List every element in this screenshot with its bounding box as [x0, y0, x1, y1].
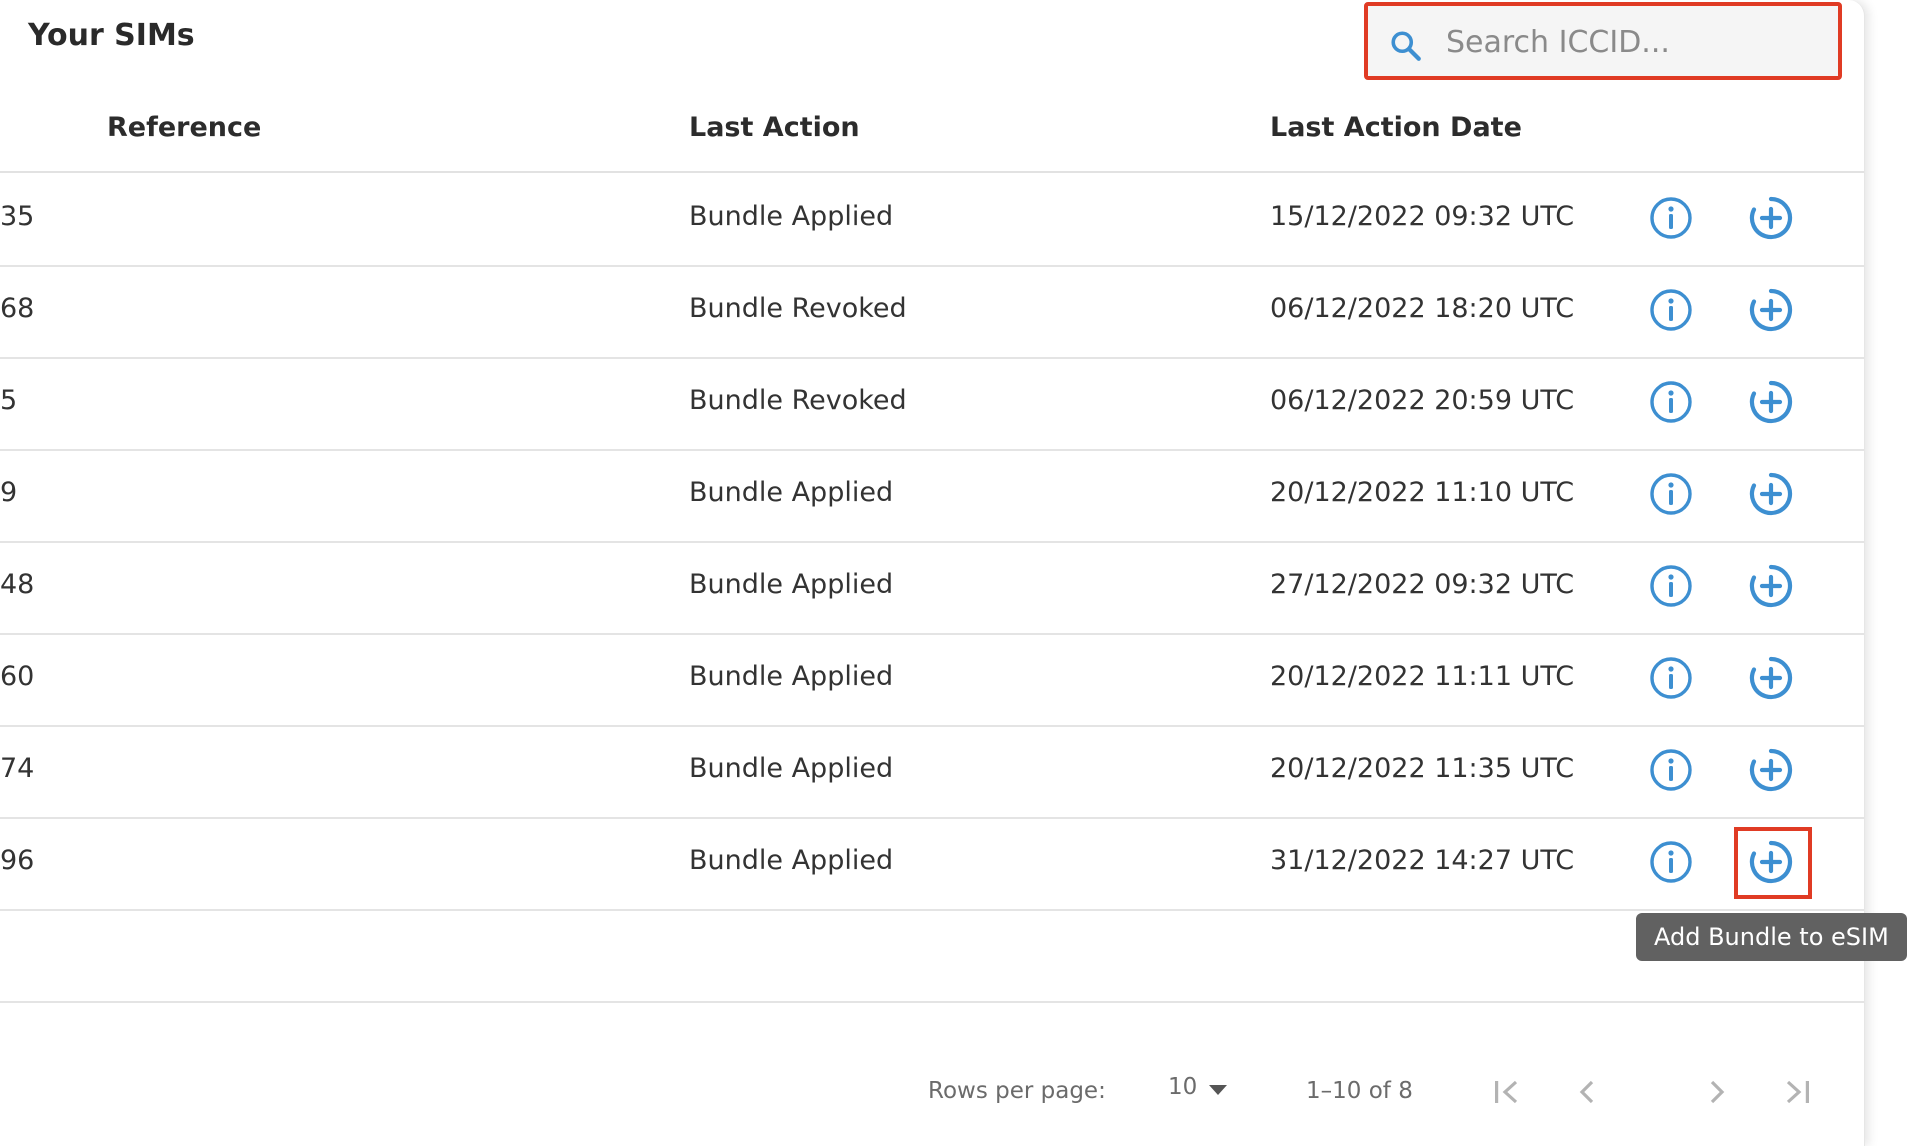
chevron-left-icon[interactable] [1570, 1074, 1606, 1110]
page-range-text: 1–10 of 8 [1306, 1078, 1413, 1104]
info-icon[interactable] [1648, 195, 1694, 241]
add-circle-icon[interactable] [1748, 379, 1794, 425]
table-row[interactable]: 9 Bundle Applied 20/12/2022 11:10 UTC [0, 449, 1864, 543]
reference-cell: 5 [0, 385, 18, 416]
last-action-date-cell: 31/12/2022 14:27 UTC [1270, 845, 1575, 876]
info-icon[interactable] [1648, 379, 1694, 425]
last-action-cell: Bundle Applied [689, 845, 894, 876]
table-footer-divider [0, 1001, 1864, 1003]
reference-cell: 96 [0, 845, 35, 876]
info-icon[interactable] [1648, 839, 1694, 885]
last-action-cell: Bundle Revoked [689, 385, 907, 416]
reference-cell: 35 [0, 201, 35, 232]
column-header-last-action[interactable]: Last Action [689, 112, 860, 143]
last-page-icon[interactable] [1778, 1074, 1814, 1110]
page-title: Your SIMs [28, 18, 195, 53]
reference-cell: 74 [0, 753, 35, 784]
last-action-cell: Bundle Applied [689, 477, 894, 508]
caret-down-icon [1209, 1085, 1227, 1095]
first-page-icon[interactable] [1490, 1074, 1526, 1110]
add-bundle-highlight [1734, 827, 1812, 899]
last-action-date-cell: 15/12/2022 09:32 UTC [1270, 201, 1575, 232]
table-row[interactable]: 68 Bundle Revoked 06/12/2022 18:20 UTC [0, 265, 1864, 359]
info-icon[interactable] [1648, 287, 1694, 333]
last-action-cell: Bundle Applied [689, 201, 894, 232]
sims-panel: Your SIMs Reference Last Action Last Act… [0, 0, 1865, 1146]
rows-per-page-label: Rows per page: [928, 1078, 1106, 1104]
info-icon[interactable] [1648, 655, 1694, 701]
reference-cell: 9 [0, 477, 18, 508]
table-row[interactable]: 60 Bundle Applied 20/12/2022 11:11 UTC [0, 633, 1864, 727]
add-circle-icon[interactable] [1748, 195, 1794, 241]
last-action-date-cell: 20/12/2022 11:35 UTC [1270, 753, 1575, 784]
add-circle-icon[interactable] [1748, 747, 1794, 793]
last-action-date-cell: 20/12/2022 11:11 UTC [1270, 661, 1575, 692]
rows-per-page-value: 10 [1168, 1074, 1198, 1100]
info-icon[interactable] [1648, 471, 1694, 517]
info-icon[interactable] [1648, 563, 1694, 609]
column-header-last-action-date[interactable]: Last Action Date [1270, 112, 1522, 143]
column-header-reference[interactable]: Reference [107, 112, 261, 143]
table-row[interactable]: 74 Bundle Applied 20/12/2022 11:35 UTC [0, 725, 1864, 819]
last-action-date-cell: 20/12/2022 11:10 UTC [1270, 477, 1575, 508]
search-input[interactable] [1444, 16, 1828, 68]
add-bundle-tooltip: Add Bundle to eSIM [1636, 913, 1907, 961]
last-action-date-cell: 06/12/2022 18:20 UTC [1270, 293, 1575, 324]
reference-cell: 68 [0, 293, 35, 324]
chevron-right-icon[interactable] [1698, 1074, 1734, 1110]
table-row[interactable]: 96 Bundle Applied 31/12/2022 14:27 UTC [0, 817, 1864, 911]
table-row[interactable]: 48 Bundle Applied 27/12/2022 09:32 UTC [0, 541, 1864, 635]
info-icon[interactable] [1648, 747, 1694, 793]
table-row[interactable]: 5 Bundle Revoked 06/12/2022 20:59 UTC [0, 357, 1864, 451]
add-circle-icon[interactable] [1748, 655, 1794, 701]
last-action-cell: Bundle Applied [689, 569, 894, 600]
last-action-date-cell: 27/12/2022 09:32 UTC [1270, 569, 1575, 600]
last-action-cell: Bundle Revoked [689, 293, 907, 324]
add-circle-icon[interactable] [1748, 563, 1794, 609]
last-action-cell: Bundle Applied [689, 661, 894, 692]
add-circle-icon[interactable] [1748, 287, 1794, 333]
table-row[interactable]: 35 Bundle Applied 15/12/2022 09:32 UTC [0, 173, 1864, 267]
add-circle-icon[interactable] [1748, 471, 1794, 517]
reference-cell: 48 [0, 569, 35, 600]
reference-cell: 60 [0, 661, 35, 692]
last-action-cell: Bundle Applied [689, 753, 894, 784]
rows-per-page-select[interactable]: 10 [1168, 1074, 1234, 1108]
search-box[interactable] [1364, 2, 1842, 80]
last-action-date-cell: 06/12/2022 20:59 UTC [1270, 385, 1575, 416]
